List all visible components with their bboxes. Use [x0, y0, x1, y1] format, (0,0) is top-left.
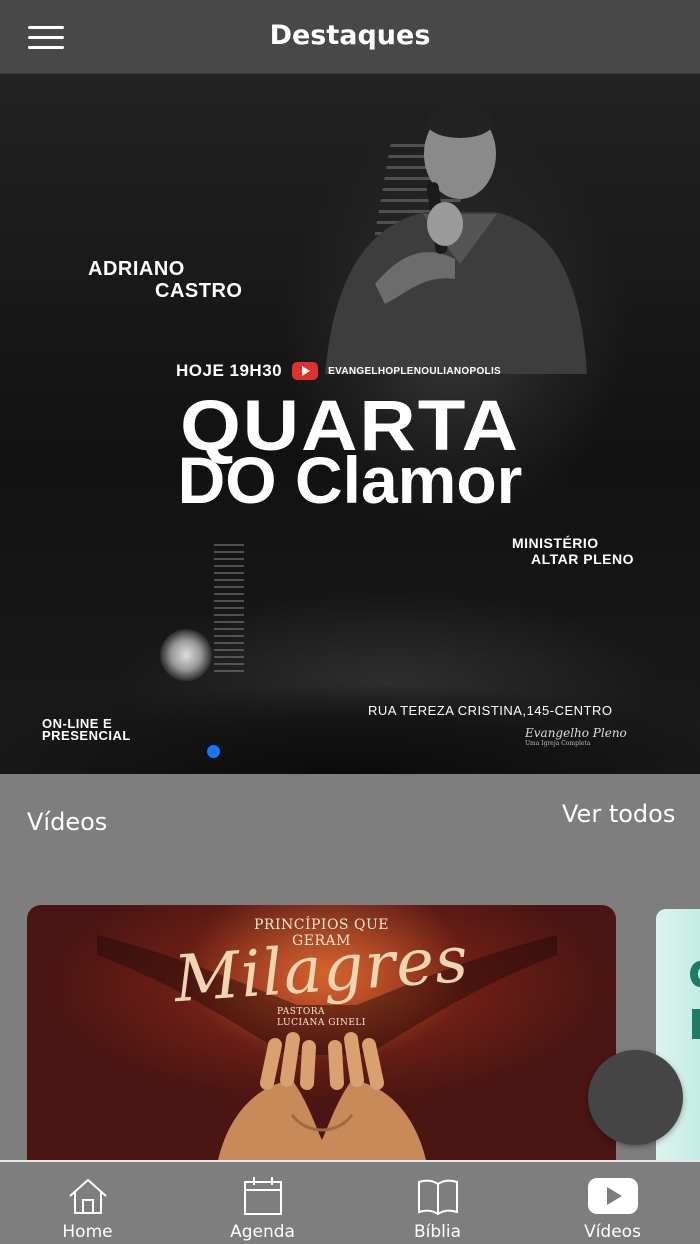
open-hands-image [218, 1032, 426, 1160]
videos-section-title: Vídeos [27, 808, 108, 836]
floating-action-button[interactable] [588, 1050, 683, 1145]
church-logo-tagline: Uma Igreja Completa [525, 740, 591, 747]
carousel-indicator-dot[interactable] [207, 745, 220, 758]
church-logo-name: Evangelho Pleno [525, 726, 627, 740]
calendar-icon [243, 1177, 282, 1215]
nav-item-videos[interactable]: Vídeos [525, 1162, 700, 1244]
featured-banner[interactable]: ADRIANO CASTRO HOJE 19H30 EVANGELHOPLENO… [0, 74, 700, 774]
app-header: Destaques [0, 0, 700, 74]
ministry-line1: MINISTÉRIO [512, 535, 599, 551]
preacher-photo [325, 106, 587, 374]
event-mode-line2: PRESENCIAL [42, 728, 131, 743]
youtube-icon [292, 362, 319, 380]
event-title-line2: DO Clamor [177, 443, 523, 517]
video-card[interactable]: PRINCÍPIOS QUE GERAM Milagres PASTORA LU… [27, 905, 616, 1160]
nav-label-home: Home [62, 1222, 113, 1242]
church-logo: Evangelho Pleno Uma Igreja Completa [525, 726, 627, 747]
ministry-line2: ALTAR PLENO [531, 551, 634, 567]
nav-item-biblia[interactable]: Bíblia [350, 1162, 525, 1244]
nav-item-home[interactable]: Home [0, 1162, 175, 1244]
bottom-navigation: Home Agenda Bíblia Vídeos [0, 1160, 700, 1244]
schedule-time: HOJE 19H30 [176, 361, 283, 380]
youtube-channel: EVANGELHOPLENOULIANOPOLIS [328, 365, 502, 377]
page-title: Destaques [269, 20, 431, 51]
nav-item-agenda[interactable]: Agenda [175, 1162, 350, 1244]
speaker-name-first: ADRIANO [88, 258, 185, 280]
play-video-icon [587, 1178, 638, 1214]
see-all-videos-link[interactable]: Ver todos [562, 800, 675, 828]
event-address: RUA TEREZA CRISTINA,145-CENTRO [368, 703, 613, 718]
schedule-row: HOJE 19H30 EVANGELHOPLENOULIANOPOLIS [176, 359, 501, 383]
home-icon [68, 1178, 107, 1214]
nav-label-biblia: Bíblia [413, 1222, 462, 1242]
nav-label-videos: Vídeos [584, 1222, 641, 1242]
speaker-name-last: CASTRO [155, 280, 243, 302]
book-icon [417, 1179, 458, 1216]
nav-label-agenda: Agenda [230, 1222, 295, 1242]
